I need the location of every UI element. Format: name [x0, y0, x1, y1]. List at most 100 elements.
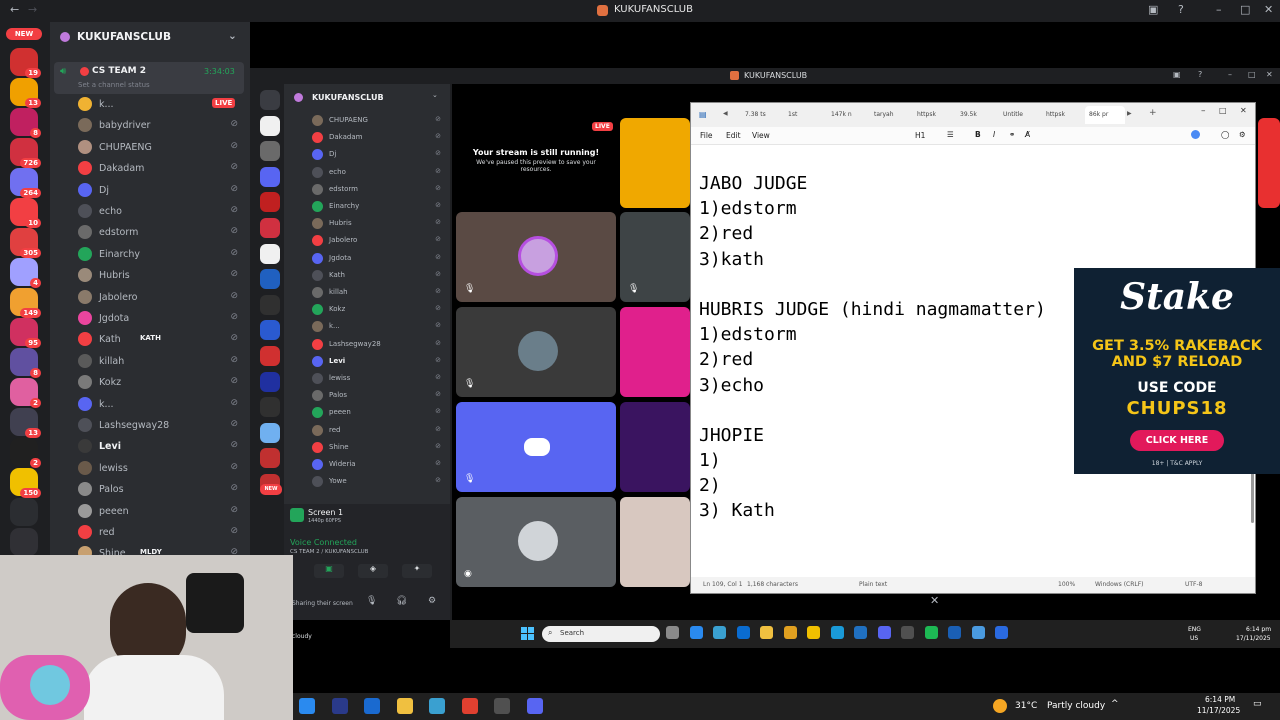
server-icon[interactable]: 150: [10, 468, 41, 498]
notepad-tab[interactable]: taryah: [870, 106, 910, 124]
inner-monitor-icon[interactable]: ▣: [1173, 70, 1181, 79]
stake-ad[interactable]: Stake GET 3.5% RAKEBACK AND $7 RELOAD US…: [1074, 268, 1280, 474]
video-tile[interactable]: [620, 118, 690, 208]
chevron-down-icon[interactable]: ⌄: [228, 30, 237, 42]
voice-member[interactable]: babydriver ⊘: [78, 117, 248, 135]
np-minimize-icon[interactable]: –: [1201, 106, 1206, 116]
voice-member[interactable]: peeen ⊘: [78, 503, 248, 521]
inner-voice-member[interactable]: Wideria ⊘: [312, 458, 447, 472]
voice-member[interactable]: k... LIVE: [78, 96, 248, 114]
video-tile[interactable]: [620, 402, 690, 492]
voice-member[interactable]: edstorm ⊘: [78, 224, 248, 242]
voice-member[interactable]: Dj ⊘: [78, 182, 248, 200]
server-icon[interactable]: 13: [10, 408, 41, 438]
video-tile[interactable]: 🎙︎: [620, 212, 690, 302]
inner-voice-member[interactable]: Lashsegway28 ⊘: [312, 338, 447, 352]
taskbar-app-icon[interactable]: [331, 698, 348, 714]
menu-view[interactable]: View: [752, 131, 770, 140]
taskbar-app-icon[interactable]: [971, 626, 985, 639]
server-header[interactable]: KUKUFANSCLUB ⌄: [50, 28, 250, 48]
activities-icon[interactable]: ◈: [358, 564, 388, 578]
inner-voice-member[interactable]: Palos ⊘: [312, 389, 447, 403]
inner-server-icon[interactable]: [260, 218, 280, 238]
notepad-tab[interactable]: httpsk: [1042, 106, 1082, 124]
voice-member[interactable]: Jgdota ⊘: [78, 310, 248, 328]
heading-dropdown[interactable]: H1: [915, 131, 925, 140]
inner-server-name[interactable]: KUKUFANSCLUB: [312, 93, 384, 102]
inner-clock-time[interactable]: 6:14 pm: [1246, 626, 1271, 633]
notepad-text-area[interactable]: JABO JUDGE 1)edstorm 2)red 3)kath HUBRIS JUD…: [699, 171, 1046, 524]
windows-start-icon[interactable]: [521, 627, 535, 641]
notification-icon[interactable]: ▭: [1253, 699, 1262, 709]
inner-voice-member[interactable]: k... ⊘: [312, 320, 447, 334]
account-icon[interactable]: ◯: [1221, 130, 1229, 139]
server-icon[interactable]: [10, 528, 38, 556]
voice-member[interactable]: Dakadam ⊘: [78, 160, 248, 178]
notepad-scrollbar[interactable]: [1251, 473, 1254, 523]
new-tab-icon[interactable]: +: [1149, 108, 1157, 118]
inner-voice-member[interactable]: edstorm ⊘: [312, 183, 447, 197]
notepad-tab[interactable]: 39.5k: [956, 106, 996, 124]
video-tile[interactable]: [1258, 118, 1280, 208]
server-icon[interactable]: 2: [10, 378, 41, 408]
minimize-icon[interactable]: –: [1216, 3, 1222, 16]
inner-server-icon[interactable]: [260, 141, 280, 162]
voice-member[interactable]: killah ⊘: [78, 353, 248, 371]
inner-voice-member[interactable]: peeen ⊘: [312, 406, 447, 420]
copilot-icon[interactable]: [1191, 130, 1200, 139]
inner-voice-member[interactable]: Yowe ⊘: [312, 475, 447, 489]
inner-server-icon[interactable]: [260, 346, 280, 366]
voice-member[interactable]: Lashsegway28 ⊘: [78, 417, 248, 435]
np-close-icon[interactable]: ✕: [1240, 106, 1247, 115]
taskbar-app-icon[interactable]: [854, 626, 867, 639]
voice-member[interactable]: k... ⊘: [78, 396, 248, 414]
voice-member[interactable]: Einarchy ⊘: [78, 246, 248, 264]
server-icon[interactable]: 10: [10, 198, 41, 228]
inner-server-icon[interactable]: [260, 243, 280, 264]
server-icon[interactable]: 8: [10, 348, 41, 378]
voice-member[interactable]: CHUPAENG ⊘: [78, 139, 248, 157]
inner-voice-member[interactable]: Dj ⊘: [312, 148, 447, 162]
taskbar-app-icon[interactable]: [526, 698, 543, 714]
inner-server-icon[interactable]: [260, 422, 280, 443]
inner-voice-member[interactable]: CHUPAENG ⊘: [312, 114, 447, 128]
video-tile[interactable]: 🎙︎: [456, 402, 616, 492]
taskbar-app-icon[interactable]: [666, 626, 679, 639]
tab-scroll-left-icon[interactable]: ◀: [723, 110, 728, 117]
maximize-icon[interactable]: □: [1240, 3, 1250, 16]
taskbar-app-icon[interactable]: [299, 698, 315, 714]
taskbar-app-icon[interactable]: [736, 626, 750, 639]
voice-member[interactable]: Palos ⊘: [78, 481, 248, 499]
inner-voice-member[interactable]: lewiss ⊘: [312, 372, 447, 386]
tray-chevron-icon[interactable]: ^: [1111, 699, 1119, 709]
video-tile[interactable]: 🎙︎: [456, 212, 616, 302]
voice-member[interactable]: red ⊘: [78, 524, 248, 542]
taskbar-app-icon[interactable]: [494, 698, 510, 714]
inner-voice-member[interactable]: Jabolero ⊘: [312, 234, 447, 248]
close-icon[interactable]: ✕: [1264, 3, 1273, 16]
inner-help-icon[interactable]: ?: [1198, 70, 1202, 79]
inner-server-icon[interactable]: [260, 269, 280, 290]
taskbar-app-icon[interactable]: [429, 698, 445, 714]
notepad-tab[interactable]: Untitle: [999, 106, 1039, 124]
inner-server-icon[interactable]: [260, 371, 280, 392]
clock-time[interactable]: 6:14 PM: [1205, 695, 1235, 704]
video-tile[interactable]: 🎙︎: [456, 307, 616, 397]
taskbar-app-icon[interactable]: [901, 626, 914, 639]
inner-voice-member[interactable]: Kokz ⊘: [312, 303, 447, 317]
inner-lang[interactable]: ENG: [1188, 626, 1201, 633]
link-icon[interactable]: ⚭: [1009, 130, 1015, 139]
back-arrow-icon[interactable]: ←: [10, 3, 19, 16]
voice-member[interactable]: Jabolero ⊘: [78, 289, 248, 307]
inner-voice-member[interactable]: Levi ⊘: [312, 355, 447, 369]
inner-voice-member[interactable]: Jgdota ⊘: [312, 252, 447, 266]
server-icon[interactable]: 13: [10, 78, 41, 108]
soundboard-icon[interactable]: ✦: [402, 564, 432, 578]
voice-member[interactable]: lewiss ⊘: [78, 460, 248, 478]
server-icon[interactable]: 305: [10, 228, 41, 258]
inner-voice-member[interactable]: red ⊘: [312, 424, 447, 438]
italic-icon[interactable]: I: [993, 130, 995, 139]
inner-server-icon[interactable]: [260, 90, 280, 110]
taskbar-app-icon[interactable]: [396, 698, 413, 714]
notepad-tab[interactable]: 86k pr: [1085, 106, 1125, 124]
